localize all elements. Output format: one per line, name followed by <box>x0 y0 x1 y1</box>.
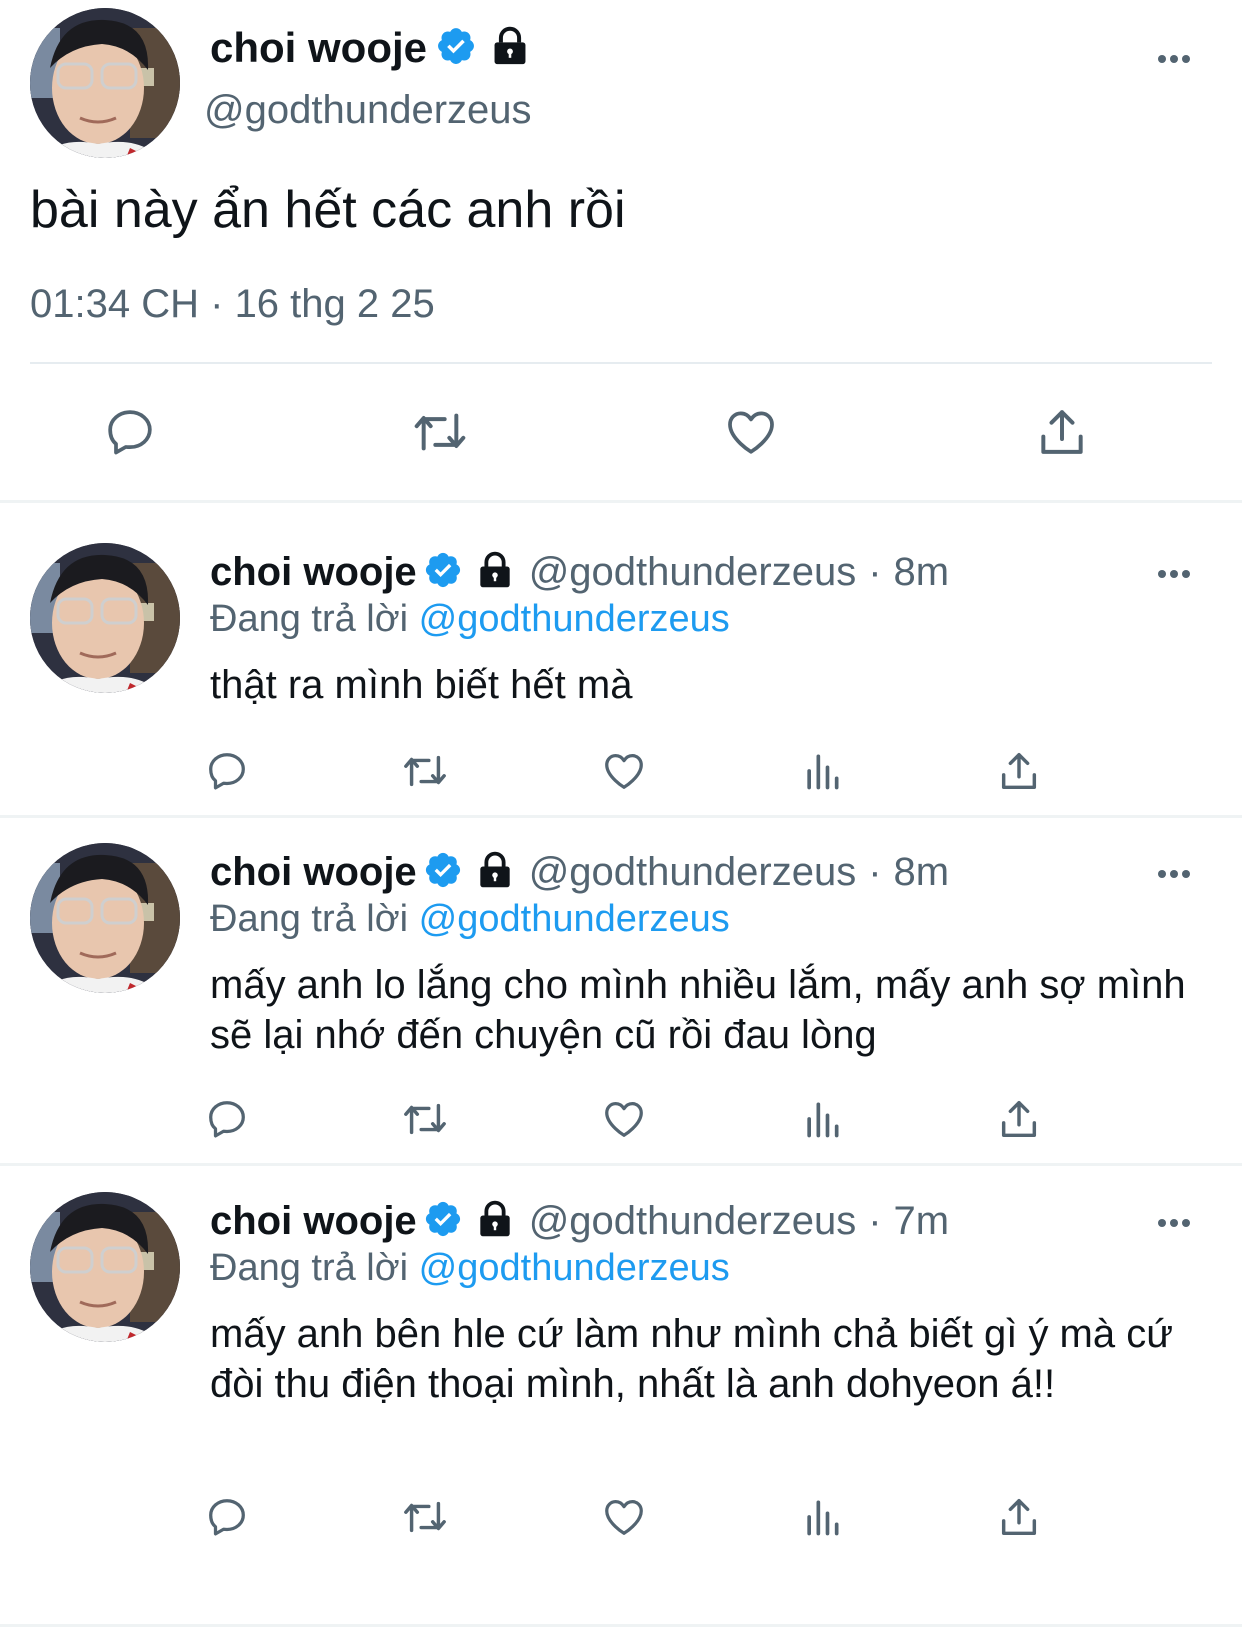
lock-icon <box>477 1200 513 1243</box>
verified-badge-icon <box>423 550 463 595</box>
handle[interactable]: @godthunderzeus <box>529 850 857 895</box>
tweet-age[interactable]: 8m <box>894 850 950 895</box>
verified-badge-icon <box>423 850 463 895</box>
like-icon[interactable] <box>600 1494 648 1540</box>
meta-separator: · <box>210 282 224 326</box>
replying-prefix: Đang trả lời <box>210 598 409 640</box>
meta-separator: · <box>868 1199 882 1243</box>
display-name[interactable]: choi wooje <box>210 850 417 895</box>
views-icon[interactable] <box>800 1494 844 1540</box>
avatar[interactable] <box>30 543 180 693</box>
verified-badge-icon <box>423 1199 463 1244</box>
more-icon[interactable] <box>1158 1214 1198 1234</box>
like-icon[interactable] <box>722 404 780 460</box>
views-icon[interactable] <box>800 748 844 794</box>
more-icon[interactable] <box>1158 865 1198 885</box>
replying-to: Đang trả lời @godthunderzeus <box>210 898 730 941</box>
display-name[interactable]: choi wooje <box>210 550 417 595</box>
replying-prefix: Đang trả lời <box>210 898 409 940</box>
share-icon[interactable] <box>996 1494 1042 1540</box>
verified-badge-icon <box>435 25 477 72</box>
tweet-text: bài này ẩn hết các anh rồi <box>30 181 626 239</box>
author-line: choi wooje <box>210 24 529 72</box>
like-icon[interactable] <box>600 1096 648 1142</box>
section-divider <box>0 500 1242 503</box>
meta-separator: · <box>868 550 882 594</box>
handle[interactable]: @godthunderzeus <box>529 550 857 595</box>
share-icon[interactable] <box>996 1096 1042 1142</box>
handle[interactable]: @godthunderzeus <box>529 1199 857 1244</box>
mention-link[interactable]: @godthunderzeus <box>419 598 730 640</box>
reply-icon[interactable] <box>204 1494 250 1540</box>
retweet-icon[interactable] <box>398 1096 452 1142</box>
tweet-date: 16 thg 2 25 <box>234 282 435 326</box>
share-icon[interactable] <box>996 748 1042 794</box>
retweet-icon[interactable] <box>398 1494 452 1540</box>
lock-icon <box>477 851 513 894</box>
like-icon[interactable] <box>600 748 648 794</box>
tweet-text: thật ra mình biết hết mà <box>210 663 633 707</box>
meta-separator: · <box>868 850 882 894</box>
author-line: choi wooje @godthunderzeus · 8m <box>210 850 949 895</box>
more-icon[interactable] <box>1158 50 1198 70</box>
tweet-age[interactable]: 7m <box>894 1199 950 1244</box>
section-divider <box>0 1624 1242 1627</box>
divider <box>30 362 1212 364</box>
tweet-age[interactable]: 8m <box>894 550 950 595</box>
display-name[interactable]: choi wooje <box>210 1199 417 1244</box>
share-icon[interactable] <box>1034 404 1090 460</box>
display-name[interactable]: choi wooje <box>210 24 427 72</box>
avatar[interactable] <box>30 1192 180 1342</box>
retweet-icon[interactable] <box>408 404 472 460</box>
more-icon[interactable] <box>1158 565 1198 585</box>
replying-prefix: Đang trả lời <box>210 1247 409 1289</box>
tweet-text: mấy anh lo lắng cho mình nhiều lắm, mấy … <box>210 963 1186 1057</box>
views-icon[interactable] <box>800 1096 844 1142</box>
handle[interactable]: @godthunderzeus <box>204 88 532 133</box>
reply-icon[interactable] <box>102 404 158 460</box>
section-divider <box>0 1163 1242 1166</box>
tweet-time: 01:34 CH <box>30 282 199 326</box>
avatar[interactable] <box>30 8 180 158</box>
mention-link[interactable]: @godthunderzeus <box>419 898 730 940</box>
author-line: choi wooje @godthunderzeus · 7m <box>210 1199 949 1244</box>
replying-to: Đang trả lời @godthunderzeus <box>210 1247 730 1290</box>
section-divider <box>0 815 1242 818</box>
avatar[interactable] <box>30 843 180 993</box>
mention-link[interactable]: @godthunderzeus <box>419 1247 730 1289</box>
tweet-text: mấy anh bên hle cứ làm như mình chả biết… <box>210 1312 1174 1406</box>
reply-icon[interactable] <box>204 1096 250 1142</box>
author-line: choi wooje @godthunderzeus · 8m <box>210 550 949 595</box>
lock-icon <box>491 26 529 71</box>
timestamp[interactable]: 01:34 CH · 16 thg 2 25 <box>30 282 435 327</box>
retweet-icon[interactable] <box>398 748 452 794</box>
replying-to: Đang trả lời @godthunderzeus <box>210 598 730 641</box>
lock-icon <box>477 551 513 594</box>
reply-icon[interactable] <box>204 748 250 794</box>
